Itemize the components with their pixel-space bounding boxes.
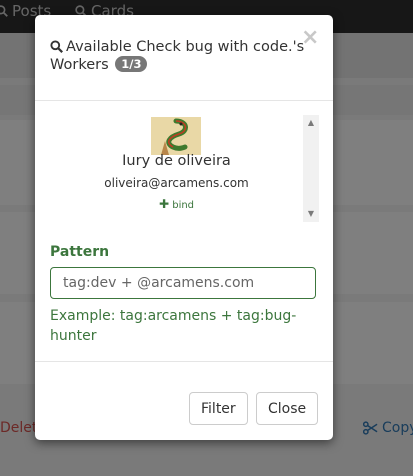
close-icon[interactable]: × — [301, 27, 319, 49]
scrollbar[interactable]: ▲ ▼ — [303, 115, 319, 222]
bind-label: bind — [172, 200, 195, 211]
scroll-up-icon[interactable]: ▲ — [303, 118, 319, 127]
avatar-image — [151, 117, 201, 155]
worker-name: Iury de oliveira — [122, 153, 231, 169]
filter-button[interactable]: Filter — [189, 392, 248, 425]
pattern-help-text: Example: tag:arcamens + tag:bug-hunter — [50, 308, 297, 344]
count-badge: 1/3 — [115, 56, 148, 72]
modal-title-text: Available Check bug with code.'s Workers — [50, 39, 305, 73]
pattern-label: Pattern — [50, 244, 110, 260]
scroll-down-icon[interactable]: ▼ — [303, 209, 319, 218]
modal-title: Available Check bug with code.'s Workers… — [50, 39, 310, 74]
worker-list-scroll-area: Iury de oliveira oliveira@arcamens.com ✚… — [50, 115, 319, 222]
worker-list[interactable]: Iury de oliveira oliveira@arcamens.com ✚… — [50, 115, 319, 222]
bind-button[interactable]: ✚ bind — [50, 197, 303, 211]
modal-header: Available Check bug with code.'s Workers… — [35, 15, 333, 101]
close-button[interactable]: Close — [256, 392, 319, 425]
search-icon — [50, 40, 63, 53]
plus-icon: ✚ — [158, 197, 170, 211]
avatar — [151, 117, 201, 155]
pattern-input[interactable] — [50, 267, 316, 299]
worker-email: oliveira@arcamens.com — [104, 176, 249, 190]
